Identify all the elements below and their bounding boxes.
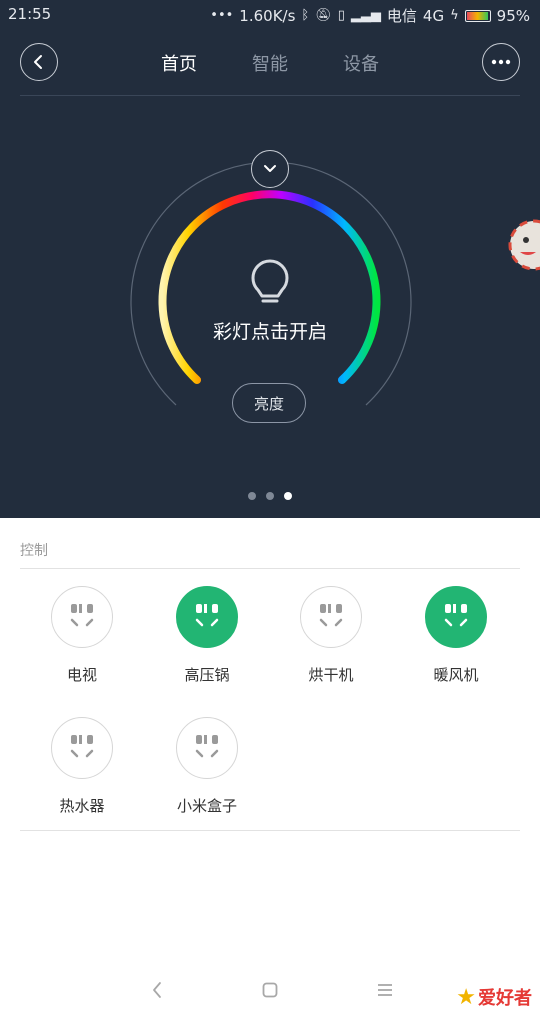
device-heater[interactable]: 暖风机 [394, 586, 518, 685]
brightness-button[interactable]: 亮度 [232, 383, 306, 423]
page-indicator [0, 492, 540, 502]
bluetooth-icon: ᛒ [301, 8, 310, 23]
mute-icon: 🔕︎ [315, 8, 332, 23]
lamp-panel: 21:55 ••• 1.60K/s ᛒ 🔕︎ ▯ ▂▃▅ 电信 4G ϟ 95%… [0, 0, 540, 518]
more-dots-icon [491, 59, 511, 65]
device-label: 电视 [66, 666, 97, 684]
watermark-emblem-icon: ★ [456, 984, 476, 1010]
status-right: ••• 1.60K/s ᛒ 🔕︎ ▯ ▂▃▅ 电信 4G ϟ 95% [210, 5, 530, 26]
nav-header: 首页 智能 设备 [0, 40, 540, 86]
vibrate-icon: ▯ [337, 8, 345, 23]
device-water-heater[interactable]: 热水器 [20, 717, 144, 816]
status-time: 21:55 [8, 5, 52, 23]
more-button[interactable] [482, 43, 520, 81]
section-bottom-divider [20, 830, 520, 831]
signal-icon: ▂▃▅ [350, 8, 381, 23]
carrier-label: 电信 [386, 7, 417, 25]
socket-icon[interactable] [51, 586, 113, 648]
outer-ring [130, 161, 412, 406]
chevron-down-icon [264, 165, 276, 172]
page-dot [248, 492, 256, 500]
battery-label: 95% [496, 6, 530, 25]
mascot-icon[interactable] [506, 212, 540, 278]
header-divider [20, 95, 520, 96]
socket-icon[interactable] [300, 586, 362, 648]
device-label: 高压锅 [184, 666, 230, 684]
device-label: 烘干机 [308, 666, 354, 684]
device-tv[interactable]: 电视 [20, 586, 144, 685]
bulb-icon [251, 259, 289, 303]
nav-home-icon[interactable] [258, 978, 282, 1002]
charging-icon: ϟ [450, 8, 459, 23]
socket-icon[interactable] [176, 717, 238, 779]
section-divider [20, 568, 520, 569]
nav-menu-icon[interactable] [373, 978, 397, 1002]
device-mi-box[interactable]: 小米盒子 [145, 717, 269, 816]
tab-smart[interactable]: 智能 [252, 50, 288, 76]
battery-icon [464, 9, 491, 22]
network-label: 4G [422, 6, 445, 25]
tab-devices[interactable]: 设备 [343, 50, 379, 76]
status-bar: 21:55 ••• 1.60K/s ᛒ 🔕︎ ▯ ▂▃▅ 电信 4G ϟ 95% [0, 0, 540, 30]
net-speed: 1.60K/s [239, 6, 296, 25]
rainbow-arc [158, 190, 381, 384]
device-label: 小米盒子 [176, 797, 237, 815]
page-dot-active [284, 492, 292, 500]
watermark-logo: ★ 爱好者 [456, 978, 532, 1016]
tab-bar: 首页 智能 设备 [0, 50, 540, 76]
device-label: 暖风机 [433, 666, 479, 684]
collapse-button[interactable] [251, 150, 289, 188]
device-pressure-cooker[interactable]: 高压锅 [145, 586, 269, 685]
dots-icon: ••• [210, 8, 234, 23]
device-dryer[interactable]: 烘干机 [269, 586, 393, 685]
device-label: 热水器 [59, 797, 105, 815]
tab-home[interactable]: 首页 [161, 50, 197, 76]
socket-icon[interactable] [51, 717, 113, 779]
socket-icon[interactable] [425, 586, 487, 648]
lamp-status-text[interactable]: 彩灯点击开启 [0, 317, 540, 344]
socket-icon[interactable] [176, 586, 238, 648]
section-title-control: 控制 [20, 543, 48, 559]
nav-back-icon[interactable] [145, 978, 169, 1002]
page-dot [266, 492, 274, 500]
watermark-text: 爱好者 [478, 988, 532, 1009]
